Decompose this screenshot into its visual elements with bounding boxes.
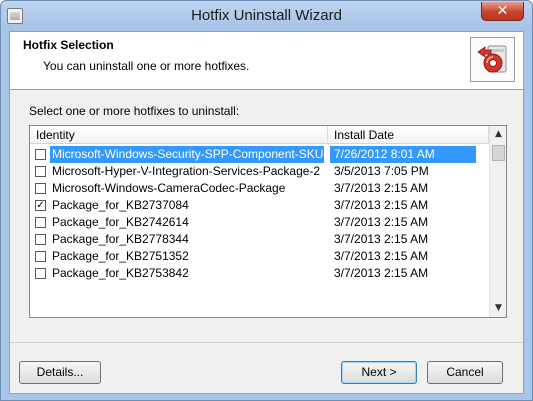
list-rows: Microsoft-Windows-Security-SPP-Component… <box>30 146 489 282</box>
vertical-scrollbar[interactable]: ▲ ▼ <box>489 126 506 317</box>
column-header-identity[interactable]: Identity <box>30 126 328 144</box>
row-install-date: 7/26/2012 8:01 AM <box>330 146 476 163</box>
wizard-body: Hotfix Selection You can uninstall one o… <box>9 31 524 394</box>
row-checkbox[interactable] <box>35 217 46 228</box>
column-header-install-date[interactable]: Install Date <box>328 126 489 144</box>
footer-divider <box>10 342 523 343</box>
page-subtitle: You can uninstall one or more hotfixes. <box>43 59 250 73</box>
list-header: Identity Install Date <box>30 126 489 144</box>
list-row[interactable]: Package_for_KB2742614 3/7/2013 2:15 AM <box>30 214 489 231</box>
row-identity: Microsoft-Hyper-V-Integration-Services-P… <box>52 164 321 178</box>
row-checkbox[interactable] <box>35 183 46 194</box>
details-button[interactable]: Details... <box>19 361 101 384</box>
wizard-window: Hotfix Uninstall Wizard ✕ Hotfix Selecti… <box>0 0 533 401</box>
row-identity: Package_for_KB2751352 <box>52 249 189 263</box>
row-identity: Package_for_KB2737084 <box>52 198 189 212</box>
row-checkbox[interactable] <box>35 234 46 245</box>
list-row[interactable]: Microsoft-Windows-CameraCodec-Package 3/… <box>30 180 489 197</box>
window-title: Hotfix Uninstall Wizard <box>191 7 342 24</box>
list-row[interactable]: Microsoft-Windows-Security-SPP-Component… <box>30 146 489 163</box>
row-identity: Microsoft-Windows-Security-SPP-Component… <box>50 146 324 163</box>
list-row[interactable]: Package_for_KB2751352 3/7/2013 2:15 AM <box>30 248 489 265</box>
row-install-date: 3/7/2013 2:15 AM <box>334 249 429 263</box>
row-install-date: 3/7/2013 2:15 AM <box>334 266 429 280</box>
list-instruction: Select one or more hotfixes to uninstall… <box>29 104 240 118</box>
row-install-date: 3/7/2013 2:15 AM <box>334 198 429 212</box>
row-checkbox[interactable] <box>35 166 46 177</box>
close-button[interactable]: ✕ <box>481 2 524 21</box>
row-identity: Package_for_KB2742614 <box>52 215 189 229</box>
page-title: Hotfix Selection <box>23 38 114 52</box>
row-checkbox[interactable] <box>35 251 46 262</box>
row-identity: Package_for_KB2778344 <box>52 232 189 246</box>
list-row[interactable]: Package_for_KB2778344 3/7/2013 2:15 AM <box>30 231 489 248</box>
next-button[interactable]: Next > <box>341 361 417 384</box>
scroll-down-arrow-icon[interactable]: ▼ <box>490 300 506 317</box>
wizard-header: Hotfix Selection You can uninstall one o… <box>10 32 523 90</box>
row-checkbox[interactable] <box>35 268 46 279</box>
cancel-button[interactable]: Cancel <box>427 361 503 384</box>
title-bar[interactable]: Hotfix Uninstall Wizard ✕ <box>1 1 532 31</box>
list-row[interactable]: Package_for_KB2753842 3/7/2013 2:15 AM <box>30 265 489 282</box>
row-checkbox-checked[interactable]: ✓ <box>35 200 46 211</box>
hotfix-list[interactable]: Identity Install Date Microsoft-Windows-… <box>29 125 507 318</box>
row-install-date: 3/7/2013 2:15 AM <box>334 232 429 246</box>
row-identity: Microsoft-Windows-CameraCodec-Package <box>52 181 286 195</box>
uninstall-wizard-icon <box>470 37 515 82</box>
row-install-date: 3/5/2013 7:05 PM <box>334 164 429 178</box>
scroll-up-arrow-icon[interactable]: ▲ <box>490 126 506 143</box>
row-checkbox[interactable] <box>35 149 46 160</box>
list-row[interactable]: Microsoft-Hyper-V-Integration-Services-P… <box>30 163 489 180</box>
row-identity: Package_for_KB2753842 <box>52 266 189 280</box>
row-install-date: 3/7/2013 2:15 AM <box>334 215 429 229</box>
scroll-thumb[interactable] <box>492 145 505 161</box>
list-row[interactable]: ✓ Package_for_KB2737084 3/7/2013 2:15 AM <box>30 197 489 214</box>
row-install-date: 3/7/2013 2:15 AM <box>334 181 429 195</box>
